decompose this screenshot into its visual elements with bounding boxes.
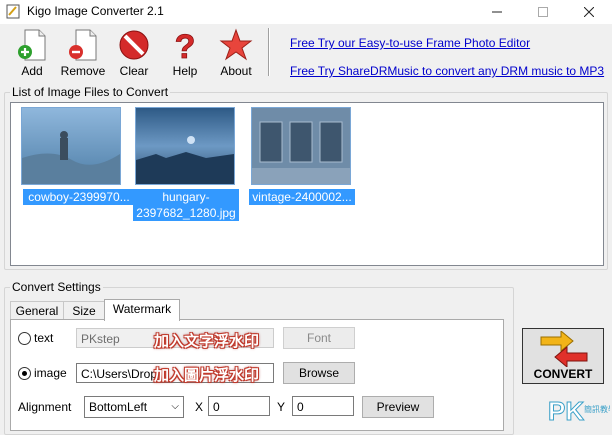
alignment-label: Alignment <box>18 400 72 414</box>
file-name: hungary-2397682_1280.jpg <box>133 189 239 221</box>
frame-editor-link[interactable]: Free Try our Easy-to-use Frame Photo Edi… <box>290 36 530 50</box>
about-button[interactable]: About <box>211 28 261 80</box>
file-name: cowboy-2399970... <box>23 189 135 205</box>
app-icon <box>6 4 20 19</box>
minimize-button[interactable] <box>474 0 520 24</box>
font-button[interactable]: Font <box>283 327 355 349</box>
remove-file-icon <box>69 29 97 61</box>
pk-logo: PK 簡訊教學 <box>548 392 612 435</box>
browse-button[interactable]: Browse <box>283 362 355 384</box>
tab-general[interactable]: General <box>10 301 64 321</box>
clear-label: Clear <box>119 64 149 78</box>
sharedrmusic-link[interactable]: Free Try ShareDRMusic to convert any DRM… <box>290 64 604 78</box>
close-button[interactable] <box>566 0 612 24</box>
convert-label: CONVERT <box>533 367 593 381</box>
title-bar: Kigo Image Converter 2.1 <box>0 0 612 24</box>
add-label: Add <box>21 64 43 78</box>
alignment-select[interactable]: BottomLeft ⌵ <box>84 396 184 418</box>
x-label: X <box>195 400 204 414</box>
image-option-label: image <box>34 366 67 380</box>
star-icon <box>219 28 253 61</box>
convert-settings-title: Convert Settings <box>10 280 103 294</box>
tab-size[interactable]: Size <box>63 301 105 321</box>
file-list-title: List of Image Files to Convert <box>10 85 171 99</box>
remove-button[interactable]: Remove <box>58 28 108 80</box>
preview-button[interactable]: Preview <box>362 396 434 418</box>
text-option-label: text <box>34 331 54 345</box>
maximize-icon <box>538 7 548 17</box>
thumbnail-image <box>21 107 121 185</box>
text-radio[interactable] <box>18 332 31 345</box>
text-watermark-annotation: 加入文字浮水印 <box>154 333 260 350</box>
clear-icon <box>119 30 149 60</box>
y-label: Y <box>277 400 286 414</box>
add-button[interactable]: Add <box>7 28 57 80</box>
toolbar-separator <box>268 28 270 76</box>
y-offset-input[interactable]: 0 <box>292 396 354 416</box>
minimize-icon <box>492 11 502 13</box>
add-file-icon <box>18 29 46 61</box>
svg-text:PK: PK <box>548 396 584 426</box>
thumbnail-image <box>251 107 351 185</box>
help-label: Help <box>172 64 198 78</box>
image-radio[interactable] <box>18 367 31 380</box>
help-button[interactable]: ? Help <box>160 28 210 80</box>
remove-label: Remove <box>60 64 106 78</box>
x-offset-input[interactable]: 0 <box>208 396 270 416</box>
thumbnail-image <box>135 107 235 185</box>
convert-button[interactable]: CONVERT <box>522 328 604 384</box>
svg-text:?: ? <box>175 28 196 62</box>
chevron-down-icon: ⌵ <box>171 401 179 412</box>
file-name: vintage-2400002... <box>249 189 355 205</box>
help-icon: ? <box>174 28 196 62</box>
maximize-button[interactable] <box>520 0 566 24</box>
clear-button[interactable]: Clear <box>109 28 159 80</box>
about-label: About <box>220 64 252 78</box>
svg-text:簡訊教學: 簡訊教學 <box>584 404 610 414</box>
image-watermark-annotation: 加入圖片浮水印 <box>154 367 260 384</box>
close-icon <box>584 7 594 17</box>
tab-watermark[interactable]: Watermark <box>104 299 180 321</box>
alignment-value: BottomLeft <box>89 400 148 414</box>
file-list[interactable]: cowboy-2399970... hungary-2397682_1280.j… <box>10 102 604 266</box>
window-title: Kigo Image Converter 2.1 <box>27 4 164 18</box>
convert-arrows-icon <box>540 331 588 367</box>
